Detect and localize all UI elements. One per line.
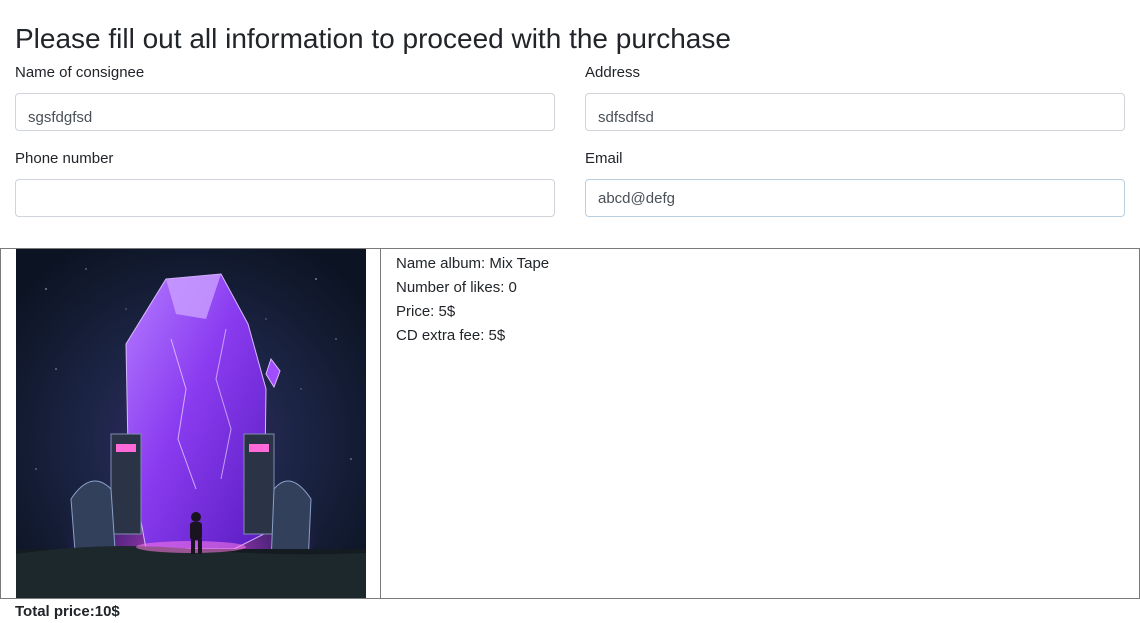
- album-likes-line: Number of likes: 0: [396, 276, 1139, 300]
- album-cd-fee-value: 5$: [488, 327, 506, 344]
- album-name-line: Name album: Mix Tape: [396, 252, 1139, 276]
- album-cover-image: [16, 249, 366, 598]
- album-name-label: Name album:: [396, 255, 490, 272]
- album-likes-value: 0: [508, 279, 517, 296]
- album-price-value: 5$: [438, 303, 456, 320]
- consignee-label: Name of consignee: [15, 64, 145, 81]
- album-cd-fee-label: CD extra fee:: [396, 327, 489, 344]
- address-field-group: Address: [585, 63, 1125, 131]
- album-price-line: Price: 5$: [396, 300, 1139, 324]
- total-price: Total price:10$: [15, 602, 120, 622]
- total-price-value: 10$: [94, 603, 120, 620]
- consignee-field-group: Name of consignee: [15, 63, 555, 131]
- album-name-value: Mix Tape: [489, 255, 550, 272]
- email-label: Email: [585, 150, 623, 167]
- email-input[interactable]: [585, 179, 1125, 217]
- total-price-label: Total price:: [15, 603, 95, 620]
- page-title: Please fill out all information to proce…: [15, 23, 731, 54]
- address-input[interactable]: [585, 93, 1125, 131]
- order-table: Name album: Mix Tape Number of likes: 0 …: [0, 248, 1140, 599]
- phone-field-group: Phone number: [15, 149, 555, 217]
- email-field-group: Email: [585, 149, 1125, 217]
- consignee-input[interactable]: [15, 93, 555, 131]
- album-cover-cell: [1, 249, 381, 598]
- phone-input[interactable]: [15, 179, 555, 217]
- album-info-cell: Name album: Mix Tape Number of likes: 0 …: [381, 249, 1139, 598]
- album-likes-label: Number of likes:: [396, 279, 509, 296]
- address-label: Address: [585, 64, 641, 81]
- phone-label: Phone number: [15, 150, 114, 167]
- album-price-label: Price:: [396, 303, 439, 320]
- album-cd-fee-line: CD extra fee: 5$: [396, 324, 1139, 348]
